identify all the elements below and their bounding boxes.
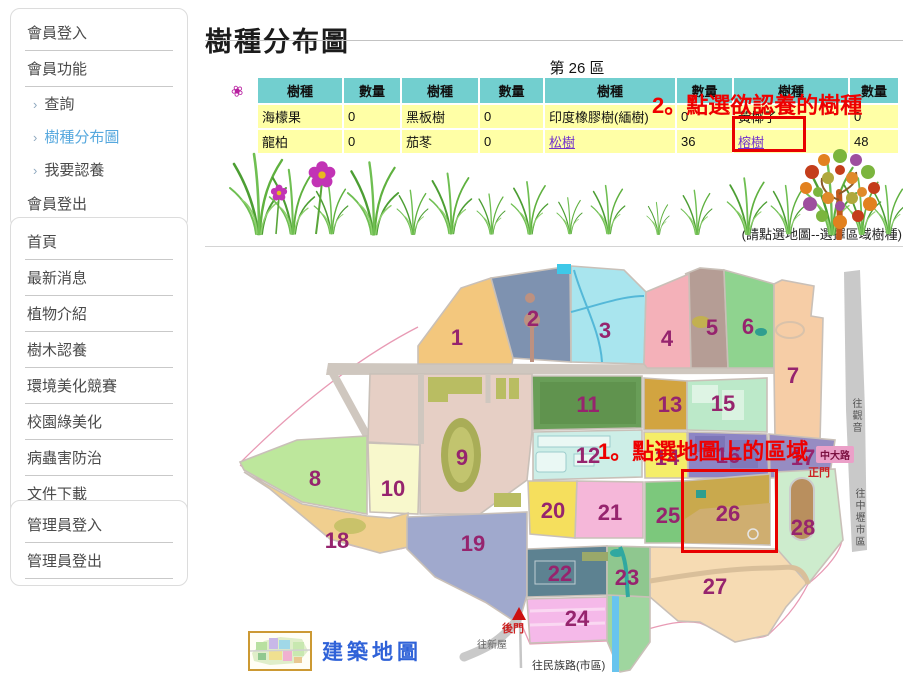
content-divider	[205, 246, 903, 247]
region-4[interactable]	[644, 274, 691, 368]
annotation-step2: 2。點選欲認養的樹種	[652, 88, 862, 120]
chevron-right-icon: ›	[33, 163, 37, 178]
zhongda-road-label: 中大路	[816, 446, 854, 463]
region-20-label[interactable]: 20	[541, 498, 565, 523]
district-label: 第 26 區	[256, 57, 898, 78]
region-7-label[interactable]: 7	[787, 363, 799, 388]
highlight-box-banyan	[732, 116, 806, 152]
sidebar-item-beautify-contest[interactable]: 環境美化競賽	[25, 368, 173, 404]
col-header-species: 樹種	[402, 78, 478, 103]
chevron-right-icon: ›	[33, 97, 37, 112]
sidebar-item-home[interactable]: 首頁	[25, 224, 173, 260]
region-11-label[interactable]: 11	[576, 392, 599, 417]
to-xinwu-label: 往新屋	[477, 636, 507, 651]
grass-tufts	[230, 154, 903, 234]
sidebar-item-admin-login[interactable]: 管理員登入	[25, 507, 173, 543]
region-7[interactable]	[774, 280, 823, 442]
region-12-label[interactable]: 12	[576, 443, 600, 468]
region-21-label[interactable]: 21	[598, 500, 622, 525]
region-19-label[interactable]: 19	[461, 531, 485, 556]
building-map-link[interactable]: 建築地圖	[248, 631, 422, 671]
qty-cell: 0	[344, 105, 400, 128]
col-header-qty: 數量	[480, 78, 543, 103]
sidebar-item-member-functions[interactable]: 會員功能	[25, 51, 173, 87]
region-1-label[interactable]: 1	[451, 325, 463, 350]
sidebar-item-admin-logout[interactable]: 管理員登出	[25, 543, 173, 579]
region-10-label[interactable]: 10	[381, 476, 405, 501]
region-5-label[interactable]: 5	[706, 315, 718, 340]
building-map-mini	[250, 633, 310, 669]
region-15-label[interactable]: 15	[711, 391, 735, 416]
region-4-label[interactable]: 4	[661, 326, 674, 351]
grass-flowers	[271, 161, 335, 234]
building-map-label[interactable]: 建築地圖	[322, 636, 422, 666]
region-13-label[interactable]: 13	[658, 392, 682, 417]
grass-decoration	[228, 148, 903, 240]
annotation-step1: 1。點選地圖上的區域	[598, 434, 808, 466]
building-map-thumbnail[interactable]	[248, 631, 312, 671]
highlight-box-region-26	[681, 469, 778, 553]
region-6-label[interactable]: 6	[742, 314, 754, 339]
sidebar-item-query[interactable]: › 查詢	[25, 87, 173, 120]
sidebar-item-label: 我要認養	[44, 162, 104, 179]
to-guanyin-label: 往觀音	[848, 398, 863, 434]
sidebar-item-species-map[interactable]: › 樹種分布圖	[25, 120, 173, 153]
region-19[interactable]	[407, 512, 527, 621]
sidebar-item-campus-green[interactable]: 校園綠美化	[25, 404, 173, 440]
region-8[interactable]	[240, 436, 367, 514]
region-9-label[interactable]: 9	[456, 445, 468, 470]
region-23-label[interactable]: 23	[615, 565, 639, 590]
stream-strip	[612, 596, 619, 672]
site-nav-box: 首頁 最新消息 植物介紹 樹木認養 環境美化競賽 校園綠美化 病蟲害防治 文件下…	[10, 217, 188, 519]
main-gate-label: 正門	[808, 464, 830, 480]
to-zhongli-label: 往中壢市區	[851, 488, 866, 548]
region-25-label[interactable]: 25	[656, 503, 680, 528]
region-27[interactable]	[650, 547, 807, 642]
region-2-label[interactable]: 2	[527, 306, 539, 331]
back-gate-label: 後門	[502, 620, 524, 636]
region-18-label[interactable]: 18	[325, 528, 349, 553]
sidebar-item-label: 查詢	[44, 96, 74, 113]
sidebar-item-pest-control[interactable]: 病蟲害防治	[25, 440, 173, 476]
region-3-label[interactable]: 3	[599, 318, 611, 343]
sidebar-item-member-login[interactable]: 會員登入	[25, 15, 173, 51]
member-nav-box: 會員登入 會員功能 ›查詢 ›樹種分布圖 ›我要認養 會員登出	[10, 8, 188, 229]
region-3[interactable]	[571, 266, 646, 364]
page: 會員登入 會員功能 ›查詢 ›樹種分布圖 ›我要認養 會員登出 首頁 最新消息 …	[0, 0, 903, 682]
sidebar-item-adopt[interactable]: › 我要認養	[25, 153, 173, 186]
region-8-label[interactable]: 8	[309, 466, 321, 491]
campus-map: 1 2 3 4 5 6 7 8 9 10 11 12 13 14 15 16 1…	[230, 250, 903, 682]
species-cell: 黑板樹	[402, 105, 478, 128]
qty-cell: 0	[480, 105, 543, 128]
decorative-tree	[800, 149, 880, 238]
species-cell: 海檬果	[258, 105, 342, 128]
sidebar-item-news[interactable]: 最新消息	[25, 260, 173, 296]
region-27-label[interactable]: 27	[703, 574, 727, 599]
sidebar-item-label: 樹種分布圖	[44, 129, 119, 146]
col-header-species: 樹種	[258, 78, 342, 103]
title-divider	[205, 40, 903, 41]
sidebar-item-plants[interactable]: 植物介紹	[25, 296, 173, 332]
flower-icon: ❀	[228, 80, 247, 102]
chevron-right-icon: ›	[33, 130, 37, 145]
sidebar-item-tree-adoption[interactable]: 樹木認養	[25, 332, 173, 368]
to-minzu-road-label: 往民族路(市區)	[532, 657, 605, 673]
region-28-label[interactable]: 28	[791, 515, 815, 540]
admin-nav-box: 管理員登入 管理員登出	[10, 500, 188, 586]
col-header-qty: 數量	[344, 78, 400, 103]
region-22-label[interactable]: 22	[548, 561, 572, 586]
region-24-label[interactable]: 24	[565, 606, 590, 631]
